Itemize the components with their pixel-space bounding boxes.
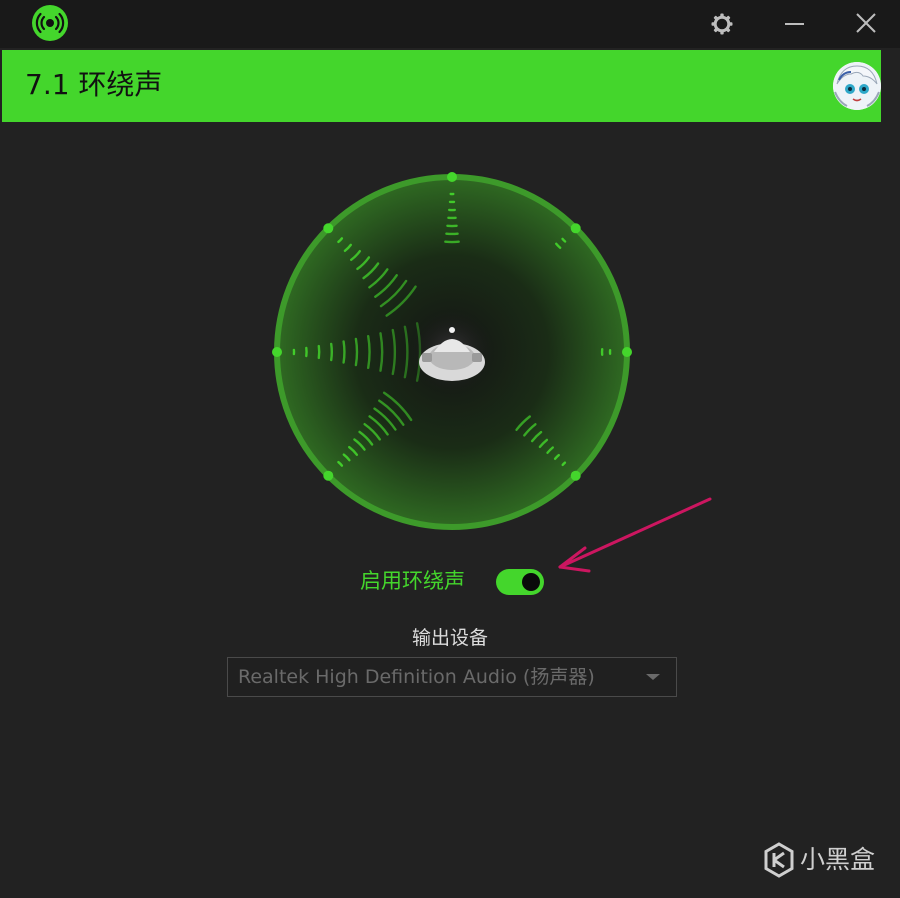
watermark-text: 小黑盒: [800, 845, 876, 874]
speaker-point-front-center[interactable]: [447, 172, 457, 182]
minimize-button[interactable]: [774, 4, 814, 44]
output-device-value: Realtek High Definition Audio (扬声器): [238, 666, 595, 688]
annotation-arrow-icon: [558, 497, 712, 573]
speaker-point-front-left[interactable]: [323, 223, 334, 234]
surround-sound-icon: [32, 5, 68, 41]
page-header: 7.1 环绕声: [2, 50, 881, 122]
gear-icon: [711, 13, 733, 35]
output-device-label: 输出设备: [411, 627, 488, 649]
settings-button[interactable]: [702, 4, 742, 44]
sound-wave-arc: [330, 342, 334, 362]
xiaoheihe-logo-icon: [764, 842, 794, 878]
watermark: 小黑盒: [764, 840, 884, 880]
speaker-point-rear-left[interactable]: [323, 470, 334, 481]
output-device-select[interactable]: Realtek High Definition Audio (扬声器): [227, 657, 677, 697]
user-avatar-icon: [833, 62, 881, 110]
sound-wave-arc: [354, 337, 359, 367]
page-title: 7.1 环绕声: [25, 68, 163, 101]
close-button[interactable]: [846, 4, 886, 44]
sound-wave-arc: [367, 335, 371, 369]
speaker-point-left[interactable]: [272, 347, 282, 357]
sound-wave-arc: [342, 340, 346, 364]
app-window: 7.1 环绕声 启用环绕声 输出设备 Realtek High Definiti…: [0, 0, 900, 898]
speaker-point-right[interactable]: [622, 347, 632, 357]
title-bar[interactable]: [0, 0, 900, 48]
close-icon: [856, 13, 876, 33]
speaker-point-front-right[interactable]: [570, 223, 581, 234]
chevron-down-icon: [646, 674, 660, 680]
surround-sound-visualizer[interactable]: [262, 166, 642, 546]
sound-wave-arc: [561, 461, 567, 467]
speaker-point-rear-right[interactable]: [570, 470, 581, 481]
enable-surround-toggle[interactable]: [496, 569, 544, 595]
avatar[interactable]: [833, 62, 881, 110]
minimize-icon: [785, 23, 804, 25]
enable-surround-label: 启用环绕声: [360, 569, 465, 593]
toggle-knob: [522, 573, 540, 591]
